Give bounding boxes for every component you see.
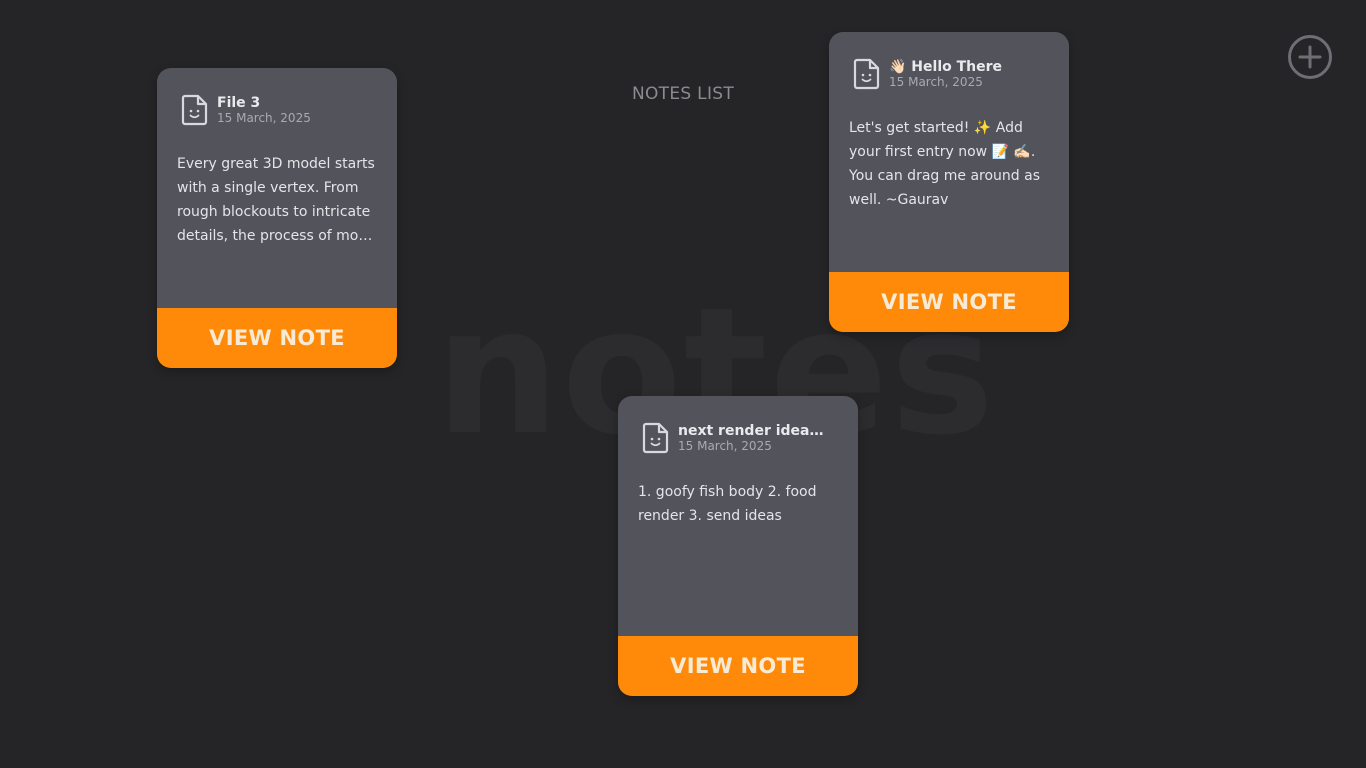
page-title: NOTES LIST [631, 84, 735, 104]
note-body: Every great 3D model starts with a singl… [177, 156, 375, 244]
view-note-button[interactable]: VIEW NOTE [618, 636, 858, 696]
view-note-button[interactable]: VIEW NOTE [829, 272, 1069, 332]
note-card[interactable]: next render idea… 15 March, 2025 1. goof… [618, 396, 858, 696]
note-title: File 3 [217, 95, 261, 111]
note-header: File 3 15 March, 2025 [181, 94, 379, 130]
file-smile-icon [642, 422, 669, 454]
note-date: 15 March, 2025 [217, 111, 311, 125]
notes-app: notes NOTES LIST File 3 15 March, 2025 E… [0, 0, 1366, 768]
note-date: 15 March, 2025 [889, 75, 983, 89]
note-header: 👋🏻 Hello There 15 March, 2025 [853, 58, 1051, 94]
file-smile-icon [853, 58, 880, 90]
note-title: next render idea… [678, 423, 824, 439]
note-card[interactable]: File 3 15 March, 2025 Every great 3D mod… [157, 68, 397, 368]
note-header: next render idea… 15 March, 2025 [642, 422, 840, 458]
view-note-button[interactable]: VIEW NOTE [157, 308, 397, 368]
note-date: 15 March, 2025 [678, 439, 772, 453]
plus-circle-icon [1288, 35, 1332, 79]
note-card[interactable]: 👋🏻 Hello There 15 March, 2025 Let's get … [829, 32, 1069, 332]
add-note-button[interactable] [1287, 34, 1333, 80]
file-smile-icon [181, 94, 208, 126]
note-body: 1. goofy fish body 2. food render 3. sen… [638, 484, 817, 524]
note-body: Let's get started! ✨ Add your first entr… [849, 120, 1040, 208]
note-title: 👋🏻 Hello There [889, 59, 1003, 75]
